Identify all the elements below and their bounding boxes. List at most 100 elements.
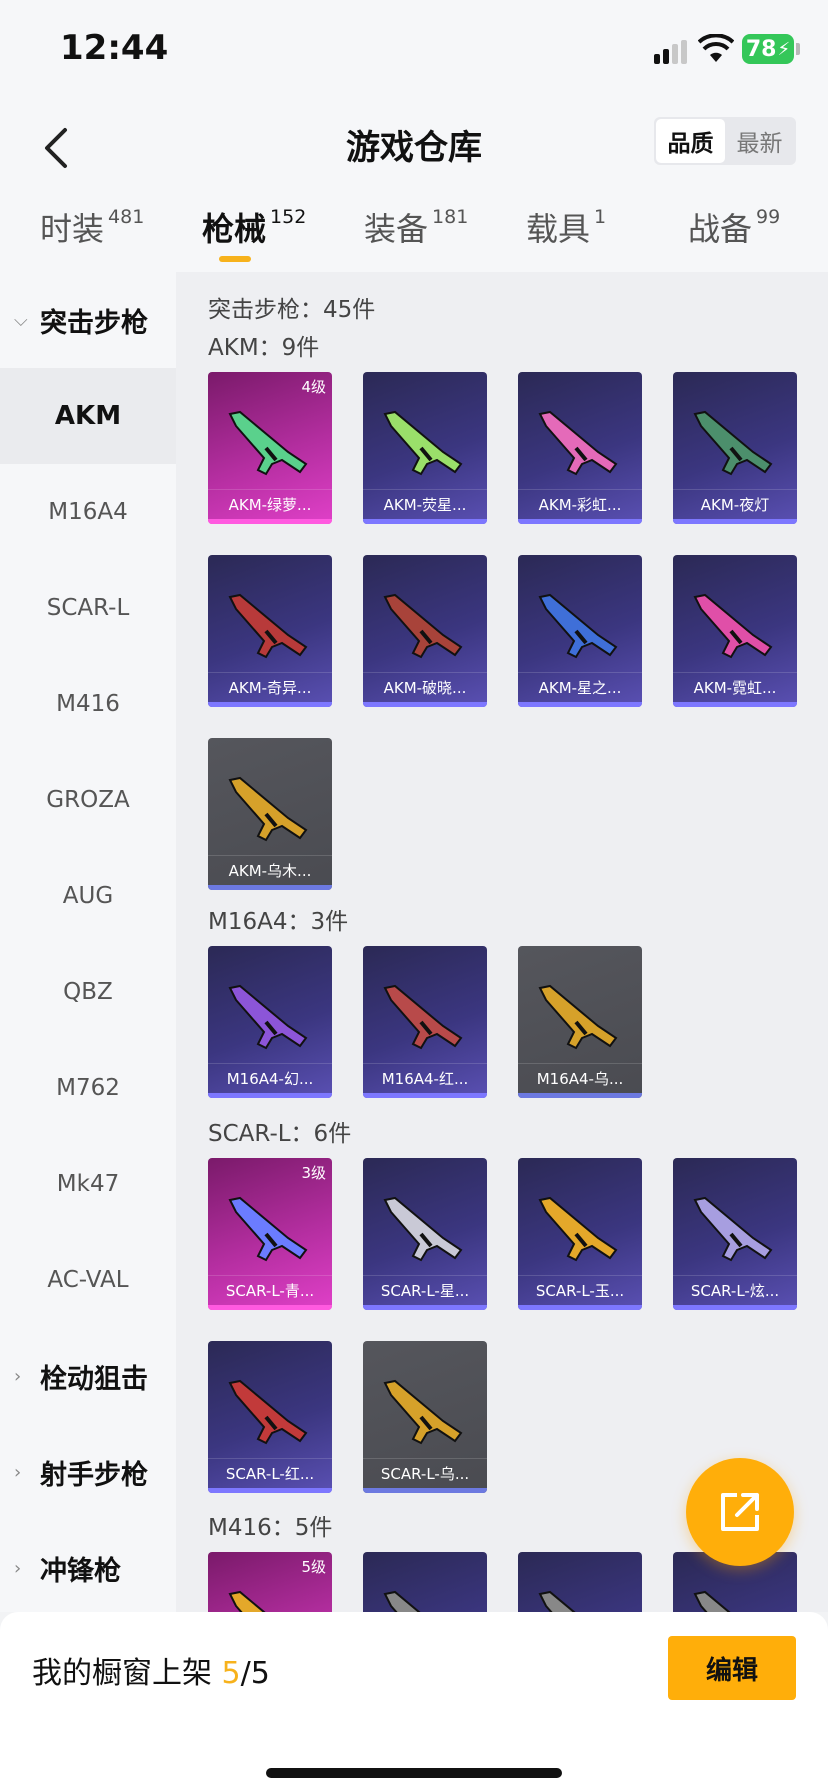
item-grid-panel: 突击步枪：45件 AKM：9件 4级 AKM-绿萝... AKM-荧星... AKM-彩… bbox=[176, 272, 828, 1612]
rarity-bar bbox=[363, 519, 487, 524]
rifle-icon bbox=[228, 984, 308, 1050]
rifle-icon bbox=[693, 410, 773, 476]
skin-card[interactable]: M16A4-红... bbox=[363, 946, 487, 1098]
skin-name: M16A4-红... bbox=[363, 1063, 487, 1093]
rifle-icon bbox=[538, 984, 618, 1050]
share-button[interactable] bbox=[686, 1458, 794, 1566]
sidebar: ⌵ 突击步枪 AKM M16A4 SCAR-L M416 GROZA AUG Q… bbox=[0, 272, 176, 1612]
skin-card[interactable]: AKM-夜灯 bbox=[673, 372, 797, 524]
rarity-bar bbox=[673, 519, 797, 524]
skin-name: AKM-彩虹... bbox=[518, 489, 642, 519]
rifle-icon bbox=[538, 1590, 576, 1612]
home-indicator bbox=[266, 1768, 562, 1778]
rifle-icon bbox=[383, 1379, 463, 1445]
skin-card[interactable]: SCAR-L-红... bbox=[208, 1341, 332, 1493]
tab-label: 枪械 bbox=[202, 210, 267, 248]
sidebar-item-aug[interactable]: AUG bbox=[0, 848, 176, 944]
tab-label: 时装 bbox=[40, 210, 105, 248]
skin-card[interactable]: AKM-星之... bbox=[518, 555, 642, 707]
showcase-status: 我的橱窗上架 5/5 bbox=[32, 1648, 270, 1692]
tab-guns[interactable]: 枪械 152 bbox=[202, 200, 306, 280]
chevron-right-icon: › bbox=[14, 1461, 22, 1483]
skin-card[interactable]: AKM-乌木... bbox=[208, 738, 332, 890]
tab-label: 战备 bbox=[688, 210, 753, 248]
sort-newest-button[interactable]: 最新 bbox=[725, 119, 794, 163]
sidebar-item-mk47[interactable]: Mk47 bbox=[0, 1136, 176, 1232]
sidebar-category-label: 栓动狙击 bbox=[40, 1363, 148, 1395]
skin-name: AKM-星之... bbox=[518, 672, 642, 702]
sidebar-item-akm[interactable]: AKM bbox=[0, 368, 176, 464]
edit-button[interactable]: 编辑 bbox=[668, 1636, 796, 1700]
sidebar-item-m762[interactable]: M762 bbox=[0, 1040, 176, 1136]
rarity-bar bbox=[208, 1093, 332, 1098]
status-time: 12:44 bbox=[60, 28, 169, 68]
skin-card[interactable] bbox=[363, 1552, 487, 1612]
skin-card[interactable]: SCAR-L-炫... bbox=[673, 1158, 797, 1310]
level-badge: 4级 bbox=[301, 378, 326, 396]
tab-vehicles[interactable]: 载具 1 bbox=[526, 200, 606, 280]
tab-count: 181 bbox=[432, 206, 469, 228]
sidebar-item-scar-l[interactable]: SCAR-L bbox=[0, 560, 176, 656]
chevron-down-icon: ⌵ bbox=[14, 309, 28, 331]
skin-name: AKM-绿萝... bbox=[208, 489, 332, 519]
skin-name: AKM-奇异... bbox=[208, 672, 332, 702]
rifle-icon bbox=[383, 593, 463, 659]
sidebar-category-label: 射手步枪 bbox=[40, 1459, 148, 1491]
skin-card[interactable]: AKM-奇异... bbox=[208, 555, 332, 707]
skin-name: AKM-破晓... bbox=[363, 672, 487, 702]
rarity-bar bbox=[673, 1305, 797, 1310]
showcase-bar: 我的橱窗上架 5/5 编辑 bbox=[0, 1612, 828, 1792]
skin-card[interactable]: SCAR-L-星... bbox=[363, 1158, 487, 1310]
share-external-icon bbox=[721, 1493, 759, 1531]
sidebar-category-assault-rifle[interactable]: ⌵ 突击步枪 bbox=[0, 272, 176, 368]
rifle-icon bbox=[383, 1590, 421, 1612]
skin-card[interactable]: M16A4-幻... bbox=[208, 946, 332, 1098]
skin-card[interactable]: 5级 bbox=[208, 1552, 332, 1612]
tab-count: 99 bbox=[756, 206, 781, 228]
skin-name: AKM-霓虹... bbox=[673, 672, 797, 702]
skin-card[interactable]: SCAR-L-玉... bbox=[518, 1158, 642, 1310]
rifle-icon bbox=[383, 984, 463, 1050]
skin-card[interactable]: M16A4-乌... bbox=[518, 946, 642, 1098]
rifle-icon bbox=[383, 1196, 463, 1262]
rarity-bar bbox=[208, 702, 332, 707]
skin-card[interactable]: AKM-破晓... bbox=[363, 555, 487, 707]
skin-card[interactable] bbox=[518, 1552, 642, 1612]
sidebar-item-m416[interactable]: M416 bbox=[0, 656, 176, 752]
skin-card[interactable]: SCAR-L-乌... bbox=[363, 1341, 487, 1493]
tab-equipment[interactable]: 装备 181 bbox=[364, 200, 468, 280]
rarity-bar bbox=[673, 702, 797, 707]
skin-name: M16A4-幻... bbox=[208, 1063, 332, 1093]
rifle-icon bbox=[228, 1379, 308, 1445]
sort-quality-button[interactable]: 品质 bbox=[656, 119, 725, 163]
tab-supplies[interactable]: 战备 99 bbox=[688, 200, 780, 280]
rarity-bar bbox=[208, 519, 332, 524]
battery-level: 78 bbox=[745, 36, 777, 62]
sidebar-item-m16a4[interactable]: M16A4 bbox=[0, 464, 176, 560]
rarity-bar bbox=[363, 1488, 487, 1493]
sidebar-item-groza[interactable]: GROZA bbox=[0, 752, 176, 848]
category-tabs: 时装 481 枪械 152 装备 181 载具 1 战备 99 bbox=[0, 200, 828, 280]
rifle-icon bbox=[228, 776, 308, 842]
showcase-total-count: /5 bbox=[240, 1656, 270, 1691]
skin-card[interactable]: AKM-荧星... bbox=[363, 372, 487, 524]
sidebar-item-qbz[interactable]: QBZ bbox=[0, 944, 176, 1040]
tab-fashion[interactable]: 时装 481 bbox=[40, 200, 144, 280]
rifle-icon bbox=[693, 1590, 731, 1612]
skin-card[interactable]: 3级 SCAR-L-青... bbox=[208, 1158, 332, 1310]
skin-card[interactable]: 4级 AKM-绿萝... bbox=[208, 372, 332, 524]
cellular-signal-icon bbox=[654, 40, 688, 64]
sidebar-category-marksman-rifle[interactable]: › 射手步枪 bbox=[0, 1424, 176, 1520]
rarity-bar bbox=[363, 1093, 487, 1098]
status-bar: 12:44 78 ⚡ bbox=[0, 0, 828, 100]
sidebar-category-bolt-sniper[interactable]: › 栓动狙击 bbox=[0, 1328, 176, 1424]
sidebar-category-label: 冲锋枪 bbox=[40, 1555, 121, 1587]
tab-label: 载具 bbox=[526, 210, 591, 248]
battery-icon: 78 ⚡ bbox=[742, 34, 794, 64]
rifle-icon bbox=[538, 1196, 618, 1262]
sidebar-category-smg[interactable]: › 冲锋枪 bbox=[0, 1520, 176, 1616]
skin-card[interactable]: AKM-彩虹... bbox=[518, 372, 642, 524]
sidebar-item-ac-val[interactable]: AC-VAL bbox=[0, 1232, 176, 1328]
group-title: M416：5件 bbox=[208, 1515, 333, 1541]
skin-card[interactable]: AKM-霓虹... bbox=[673, 555, 797, 707]
